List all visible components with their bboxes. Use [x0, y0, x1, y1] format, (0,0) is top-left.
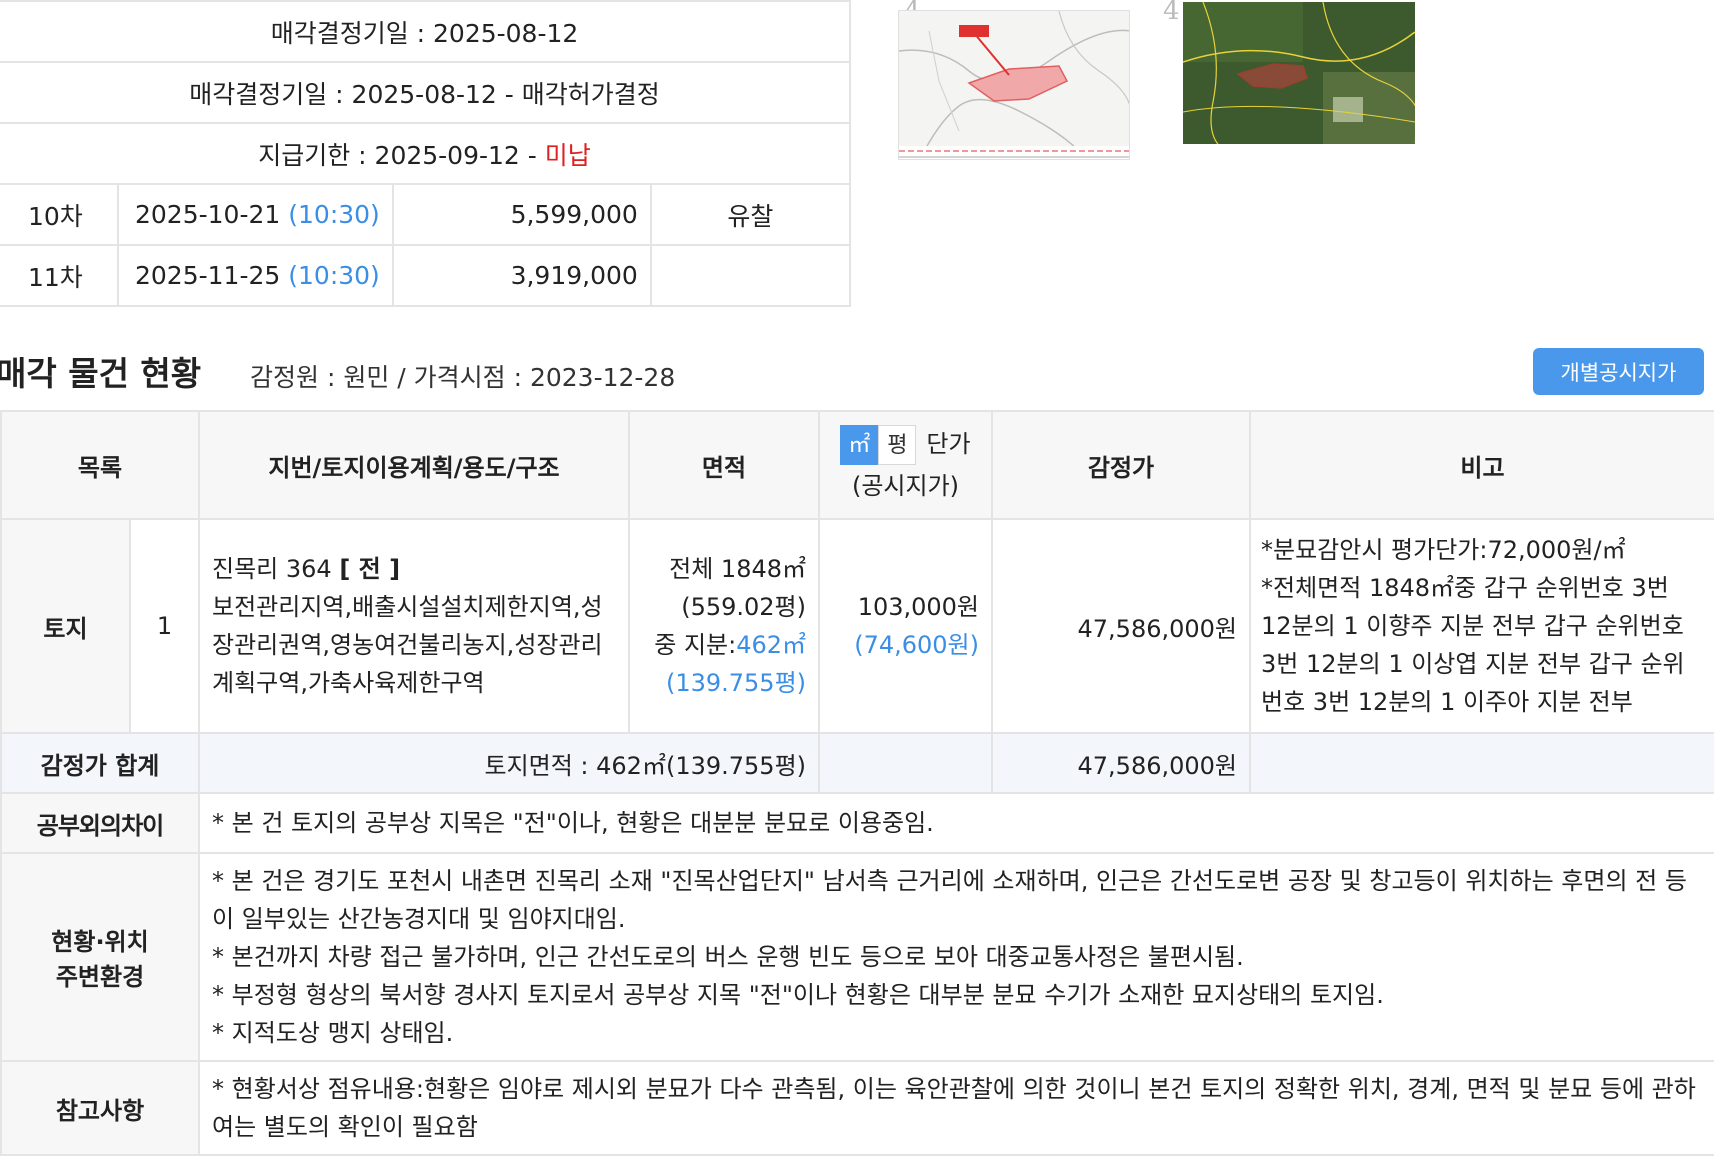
- total-spacer: [818, 732, 994, 794]
- total-label: 감정가 합계: [0, 732, 201, 794]
- round-price: 3,919,000: [391, 244, 652, 307]
- location-label: 현황·위치 주변환경: [0, 852, 201, 1062]
- item-category: 토지: [0, 518, 131, 734]
- round-time: (10:30): [288, 200, 380, 229]
- item-unit-price: 103,000원 (74,600원): [818, 518, 994, 734]
- round-result: [649, 244, 852, 307]
- thumbnail-number: 4: [1163, 0, 1180, 26]
- decision-date: 매각결정기일 : 2025-08-12: [0, 0, 851, 63]
- location-line: * 부정형 형상의 북서향 경사지 토지로서 공부상 지목 "전"이나 현황은 …: [212, 981, 1384, 1009]
- property-status-table: 목록 지번/토지이용계획/용도/구조 면적 ㎡ 평 단가 (공시지가) 감정가 비…: [0, 410, 1714, 1156]
- round-number: 10차: [0, 183, 119, 246]
- schedule-row: 매각결정기일 : 2025-08-12 - 매각허가결정: [0, 61, 851, 124]
- diff-text: * 본 건 토지의 공부상 지목은 "전"이나, 현황은 대분분 분묘로 이용중…: [198, 792, 1714, 854]
- unit-m2-toggle[interactable]: ㎡: [840, 425, 879, 465]
- round-price: 5,599,000: [391, 183, 652, 246]
- location-line: * 지적도상 맹지 상태임.: [212, 1019, 454, 1047]
- round-row: 11차 2025-11-25 (10:30) 3,919,000: [0, 244, 852, 307]
- table-row: 토지 1 진목리 364 [ 전 ] 보전관리지역,배출시설설치제한지역,성장관…: [0, 518, 1714, 734]
- zoning-text: 보전관리지역,배출시설설치제한지역,성장관리권역,영농여건불리농지,성장관리계획…: [212, 593, 603, 697]
- item-appraisal: 47,586,000원: [991, 518, 1252, 734]
- appraiser-info: 감정원 : 원민 / 가격시점 : 2023-12-28: [250, 363, 676, 392]
- header-unit-price: ㎡ 평 단가 (공시지가): [818, 410, 994, 520]
- header-category: 목록: [0, 410, 201, 520]
- schedule-row: 지급기한 : 2025-09-12 - 미납: [0, 122, 851, 185]
- unit-price-heading: ㎡ 평 단가: [820, 423, 991, 465]
- area-total-pyeong: (559.02평): [681, 593, 807, 621]
- cadastral-map-icon: [899, 11, 1129, 159]
- item-address: 진목리 364 [ 전 ] 보전관리지역,배출시설설치제한지역,성장관리권역,영…: [198, 518, 631, 734]
- round-date-text: 2025-10-21: [135, 200, 281, 229]
- lot-number: 진목리 364: [212, 555, 332, 583]
- section-title: 매각 물건 현황: [0, 354, 202, 393]
- area-total: 전체 1848㎡: [669, 555, 807, 583]
- round-date: 2025-11-25 (10:30): [117, 244, 394, 307]
- reference-row: 참고사항 * 현황서상 점유내용:현황은 임야로 제시외 분묘가 다수 관측됨,…: [0, 1060, 1714, 1156]
- area-share-label: 중 지분:: [654, 631, 737, 659]
- diff-label: 공부외의차이: [0, 792, 201, 854]
- location-text: * 본 건은 경기도 포천시 내촌면 진목리 소재 "진목산업단지" 남서측 근…: [198, 852, 1714, 1062]
- schedule-row: 매각결정기일 : 2025-08-12: [0, 0, 851, 63]
- total-appraisal: 47,586,000원: [991, 732, 1252, 794]
- area-share-line: 중 지분:462㎡: [642, 626, 806, 664]
- decision-result: 매각결정기일 : 2025-08-12 - 매각허가결정: [0, 61, 851, 124]
- round-date: 2025-10-21 (10:30): [117, 183, 394, 246]
- item-area: 전체 1848㎡ (559.02평) 중 지분:462㎡ (139.755평): [628, 518, 821, 734]
- cadastral-map-thumbnail[interactable]: [898, 10, 1130, 160]
- location-line: * 본건까지 차량 접근 불가하며, 인근 간선도로의 버스 운행 빈도 등으로…: [212, 943, 1244, 971]
- public-land-price: (74,600원): [854, 631, 980, 659]
- round-date-text: 2025-11-25: [135, 261, 281, 290]
- payment-deadline: 지급기한 : 2025-09-12 - 미납: [0, 122, 851, 185]
- unit-toggle: ㎡ 평: [840, 425, 917, 465]
- total-row: 감정가 합계 토지면적 : 462㎡(139.755평) 47,586,000원: [0, 732, 1714, 794]
- location-label-line: 현황·위치: [51, 928, 149, 956]
- payment-deadline-text: 지급기한 : 2025-09-12 -: [258, 140, 545, 170]
- header-appraisal: 감정가: [991, 410, 1252, 520]
- round-time: (10:30): [288, 261, 380, 290]
- location-label-line: 주변환경: [55, 963, 145, 991]
- auction-schedule-table: 매각결정기일 : 2025-08-12 매각결정기일 : 2025-08-12 …: [0, 0, 852, 307]
- reference-label: 참고사항: [0, 1060, 201, 1156]
- table-header-row: 목록 지번/토지이용계획/용도/구조 면적 ㎡ 평 단가 (공시지가) 감정가 비…: [0, 410, 1714, 520]
- remark-line: *분묘감안시 평가단가:72,000원/㎡: [1261, 536, 1626, 564]
- total-land-area: 토지면적 : 462㎡(139.755평): [198, 732, 821, 794]
- area-share: 462㎡: [736, 631, 807, 659]
- land-type: [ 전 ]: [339, 555, 401, 583]
- total-remarks: [1249, 732, 1714, 794]
- reference-text: * 현황서상 점유내용:현황은 임야로 제시외 분묘가 다수 관측됨, 이는 육…: [198, 1060, 1714, 1156]
- location-row: 현황·위치 주변환경 * 본 건은 경기도 포천시 내촌면 진목리 소재 "진목…: [0, 852, 1714, 1062]
- lot-line: 진목리 364 [ 전 ]: [212, 550, 616, 588]
- round-row: 10차 2025-10-21 (10:30) 5,599,000 유찰: [0, 183, 852, 246]
- aerial-photo-thumbnail[interactable]: [1183, 2, 1415, 156]
- location-line: * 본 건은 경기도 포천시 내촌면 진목리 소재 "진목산업단지" 남서측 근…: [212, 867, 1687, 933]
- item-remarks: *분묘감안시 평가단가:72,000원/㎡ *전체면적 1848㎡중 갑구 순위…: [1249, 518, 1714, 734]
- unit-price: 103,000원: [857, 593, 980, 621]
- diff-row: 공부외의차이 * 본 건 토지의 공부상 지목은 "전"이나, 현황은 대분분 …: [0, 792, 1714, 854]
- header-address: 지번/토지이용계획/용도/구조: [198, 410, 631, 520]
- round-number: 11차: [0, 244, 119, 307]
- aerial-photo-icon: [1183, 2, 1415, 156]
- individual-land-price-button[interactable]: 개별공시지가: [1533, 348, 1704, 395]
- unit-price-label: 단가: [926, 430, 971, 458]
- header-area: 면적: [628, 410, 821, 520]
- area-share-pyeong: (139.755평): [665, 669, 807, 697]
- header-remarks: 비고: [1249, 410, 1714, 520]
- unit-price-sub: (공시지가): [851, 472, 960, 500]
- item-number: 1: [128, 518, 201, 734]
- payment-status: 미납: [544, 140, 591, 170]
- round-result: 유찰: [649, 183, 852, 246]
- remark-line: *전체면적 1848㎡중 갑구 순위번호 3번 12분의 1 이향주 지분 전부…: [1261, 574, 1685, 716]
- unit-pyeong-toggle[interactable]: 평: [878, 425, 917, 465]
